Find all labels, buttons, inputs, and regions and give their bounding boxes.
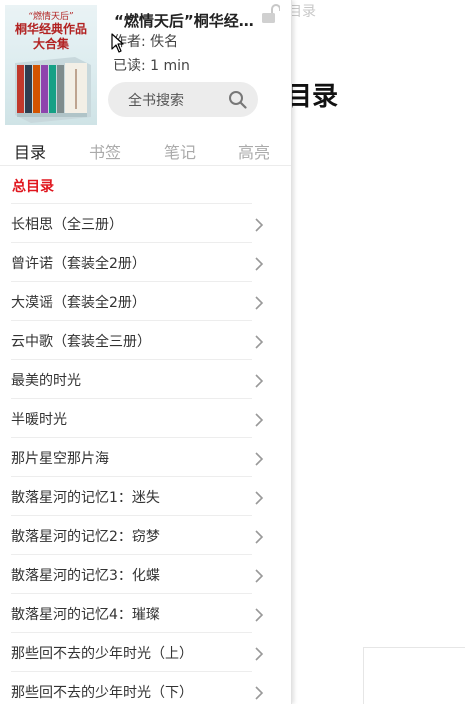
read-time: 已读: 1 min <box>113 58 190 74</box>
chevron-right-icon <box>255 218 264 232</box>
tab-notes[interactable]: 笔记 <box>164 139 196 163</box>
cover-line-2: 桐华经典作品 <box>15 21 87 36</box>
tab-highlights[interactable]: 高亮 <box>238 139 270 163</box>
toc-item-label: 大漠谣（套装全2册） <box>11 295 146 311</box>
toc-item[interactable]: 曾许诺（套装全2册） <box>11 242 264 281</box>
toc-item[interactable]: 散落星河的记忆2：窃梦 <box>11 515 264 554</box>
chevron-right-icon <box>255 374 264 388</box>
toc-item[interactable]: 最美的时光 <box>11 359 264 398</box>
toc-heading[interactable]: 总目录 <box>12 176 54 196</box>
background-panel <box>363 647 465 704</box>
chevron-right-icon <box>255 257 264 271</box>
chevron-right-icon <box>255 491 264 505</box>
background-heading: 目录 <box>286 82 339 112</box>
book-search-box[interactable]: 全书搜索 <box>108 82 258 117</box>
toc-item-label: 曾许诺（套装全2册） <box>11 256 146 272</box>
chevron-right-icon <box>255 686 264 700</box>
toc-item[interactable]: 大漠谣（套装全2册） <box>11 281 264 320</box>
toc-item[interactable]: 散落星河的记忆1：迷失 <box>11 476 264 515</box>
tab-toc[interactable]: 目录 <box>14 139 46 163</box>
unlock-icon[interactable] <box>262 4 280 24</box>
toc-item-label: 长相思（全三册） <box>11 217 123 233</box>
search-icon[interactable] <box>228 90 247 109</box>
toc-item-label: 那些回不去的少年时光（下） <box>11 685 193 701</box>
chevron-right-icon <box>255 296 264 310</box>
chevron-right-icon <box>255 569 264 583</box>
drawer-tabs: 目录 书签 笔记 高亮 <box>0 137 291 166</box>
chevron-right-icon <box>255 413 264 427</box>
tab-bookmarks[interactable]: 书签 <box>89 139 121 163</box>
toc-item[interactable]: 散落星河的记忆4：璀璨 <box>11 593 264 632</box>
book-spines-illustration <box>15 57 91 123</box>
cover-line-3: 大合集 <box>33 36 70 51</box>
toc-item-label: 散落星河的记忆4：璀璨 <box>11 607 160 623</box>
toc-item[interactable]: 散落星河的记忆3：化蝶 <box>11 554 264 593</box>
toc-item[interactable]: 那些回不去的少年时光（下） <box>11 671 264 704</box>
toc-item[interactable]: 半暖时光 <box>11 398 264 437</box>
search-label: 全书搜索 <box>128 93 184 109</box>
chevron-right-icon <box>255 335 264 349</box>
toc-item-label: 那片星空那片海 <box>11 451 109 467</box>
mouse-cursor-icon <box>111 33 124 53</box>
chevron-right-icon <box>255 647 264 661</box>
toc-item[interactable]: 云中歌（套装全三册） <box>11 320 264 359</box>
toc-item[interactable]: 长相思（全三册） <box>11 203 264 242</box>
toc-item-label: 最美的时光 <box>11 373 81 389</box>
background-breadcrumb: 目录 <box>288 4 316 20</box>
book-title: “燃情天后”桐华经典作品大合集 <box>114 12 264 30</box>
toc-item-label: 那些回不去的少年时光（上） <box>11 646 193 662</box>
toc-item-label: 散落星河的记忆3：化蝶 <box>11 568 160 584</box>
toc-item-label: 散落星河的记忆2：窃梦 <box>11 529 160 545</box>
cover-line-1: “燃情天后” <box>28 10 73 22</box>
toc-list: 长相思（全三册） 曾许诺（套装全2册） 大漠谣（套装全2册） 云中歌（套装全三册… <box>0 203 291 704</box>
chevron-right-icon <box>255 608 264 622</box>
toc-item-label: 半暖时光 <box>11 412 67 428</box>
reader-page: 目录 目录 “燃情天后” 桐华经典作品 大合集 “燃情天后”桐华经典作 作者: … <box>0 0 465 704</box>
book-cover-image: “燃情天后” 桐华经典作品 大合集 <box>5 5 97 125</box>
chevron-right-icon <box>255 530 264 544</box>
toc-item-label: 散落星河的记忆1：迷失 <box>11 490 160 506</box>
toc-item[interactable]: 那片星空那片海 <box>11 437 264 476</box>
toc-drawer: “燃情天后” 桐华经典作品 大合集 “燃情天后”桐华经典作品大合集 <box>0 0 292 704</box>
toc-item[interactable]: 那些回不去的少年时光（上） <box>11 632 264 671</box>
chevron-right-icon <box>255 452 264 466</box>
toc-item-label: 云中歌（套装全三册） <box>11 334 151 350</box>
